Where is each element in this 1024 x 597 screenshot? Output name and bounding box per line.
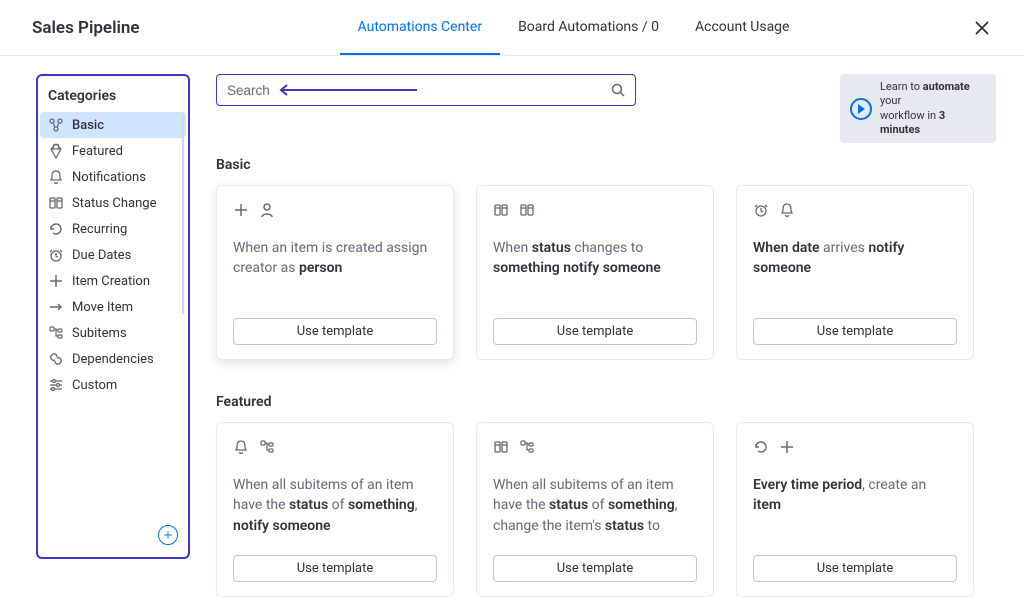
use-template-button[interactable]: Use template xyxy=(753,318,957,345)
tabs: Automations CenterBoard Automations / 0A… xyxy=(340,0,808,55)
automation-card[interactable]: When status changes to something notify … xyxy=(476,185,714,360)
recur-icon xyxy=(753,439,771,457)
basic-icon xyxy=(48,117,64,133)
tab-automations-center[interactable]: Automations Center xyxy=(340,0,501,55)
sliders-icon xyxy=(48,377,64,393)
section-title-featured: Featured xyxy=(216,394,996,410)
scrollbar[interactable] xyxy=(182,114,184,314)
categories-sidebar: Categories Basic Featured Notifications Sta… xyxy=(36,74,190,559)
sidebar-item-due-dates[interactable]: Due Dates xyxy=(40,242,186,268)
sidebar-item-label: Item Creation xyxy=(72,274,150,289)
sidebar-item-label: Featured xyxy=(72,144,123,159)
section-title-basic: Basic xyxy=(216,157,996,173)
card-description: When all subitems of an item have the st… xyxy=(493,475,697,537)
sidebar-item-basic[interactable]: Basic xyxy=(40,112,186,138)
automation-card[interactable]: When an item is created assign creator a… xyxy=(216,185,454,360)
add-category-button[interactable] xyxy=(158,525,178,545)
status-icon xyxy=(519,202,537,220)
plus-icon xyxy=(779,439,797,457)
search-icon xyxy=(610,82,625,98)
automation-card[interactable]: When all subitems of an item have the st… xyxy=(216,422,454,597)
learn-banner[interactable]: Learn to automate your workflow in 3 min… xyxy=(840,74,996,143)
sidebar-item-status-change[interactable]: Status Change xyxy=(40,190,186,216)
use-template-button[interactable]: Use template xyxy=(233,318,437,345)
sidebar-item-label: Due Dates xyxy=(72,248,131,263)
header: Sales Pipeline Automations CenterBoard A… xyxy=(0,0,1024,56)
plus-icon xyxy=(233,202,251,220)
page-title: Sales Pipeline xyxy=(32,18,140,38)
sidebar-item-item-creation[interactable]: Item Creation xyxy=(40,268,186,294)
sidebar-item-label: Recurring xyxy=(72,222,127,237)
close-button[interactable] xyxy=(968,14,996,42)
use-template-button[interactable]: Use template xyxy=(493,318,697,345)
sidebar-item-label: Custom xyxy=(72,378,117,393)
sidebar-item-label: Notifications xyxy=(72,170,146,185)
bell-icon xyxy=(233,439,251,457)
recur-icon xyxy=(48,221,64,237)
automation-card[interactable]: When all subitems of an item have the st… xyxy=(476,422,714,597)
bell-icon xyxy=(779,202,797,220)
sidebar-item-subitems[interactable]: Subitems xyxy=(40,320,186,346)
person-icon xyxy=(259,202,277,220)
sidebar-item-recurring[interactable]: Recurring xyxy=(40,216,186,242)
tab-board-automations-0[interactable]: Board Automations / 0 xyxy=(500,0,677,55)
sidebar-item-label: Dependencies xyxy=(72,352,154,367)
plus-icon xyxy=(163,530,173,540)
sidebar-item-featured[interactable]: Featured xyxy=(40,138,186,164)
link-icon xyxy=(48,351,64,367)
automation-card[interactable]: Every time period, create an item Use tem… xyxy=(736,422,974,597)
sidebar-heading: Categories xyxy=(40,86,186,112)
card-description: Every time period, create an item xyxy=(753,475,957,537)
status-icon xyxy=(493,439,511,457)
main-content: Learn to automate your workflow in 3 min… xyxy=(190,74,996,559)
status-icon xyxy=(493,202,511,220)
search-box[interactable] xyxy=(216,74,636,106)
play-icon xyxy=(850,98,872,120)
card-description: When status changes to something notify … xyxy=(493,238,697,300)
sidebar-item-label: Move Item xyxy=(72,300,133,315)
clock-icon xyxy=(753,202,771,220)
tab-account-usage[interactable]: Account Usage xyxy=(677,0,807,55)
search-input[interactable] xyxy=(227,83,610,98)
sidebar-item-label: Subitems xyxy=(72,326,127,341)
subitems-icon xyxy=(519,439,537,457)
card-description: When an item is created assign creator a… xyxy=(233,238,437,300)
subitems-icon xyxy=(259,439,277,457)
card-description: When all subitems of an item have the st… xyxy=(233,475,437,537)
status-icon xyxy=(48,195,64,211)
arrow-icon xyxy=(48,299,64,315)
use-template-button[interactable]: Use template xyxy=(233,555,437,582)
sidebar-item-label: Status Change xyxy=(72,196,156,211)
bell-icon xyxy=(48,169,64,185)
close-icon xyxy=(974,20,990,36)
use-template-button[interactable]: Use template xyxy=(753,555,957,582)
use-template-button[interactable]: Use template xyxy=(493,555,697,582)
plus-icon xyxy=(48,273,64,289)
sidebar-item-dependencies[interactable]: Dependencies xyxy=(40,346,186,372)
subitems-icon xyxy=(48,325,64,341)
sidebar-item-label: Basic xyxy=(72,118,104,133)
card-description: When date arrives notify someone xyxy=(753,238,957,300)
clock-icon xyxy=(48,247,64,263)
sidebar-item-custom[interactable]: Custom xyxy=(40,372,186,398)
sidebar-item-notifications[interactable]: Notifications xyxy=(40,164,186,190)
diamond-icon xyxy=(48,143,64,159)
automation-card[interactable]: When date arrives notify someone Use temp… xyxy=(736,185,974,360)
sidebar-item-move-item[interactable]: Move Item xyxy=(40,294,186,320)
learn-text: Learn to automate your workflow in 3 min… xyxy=(880,80,986,137)
